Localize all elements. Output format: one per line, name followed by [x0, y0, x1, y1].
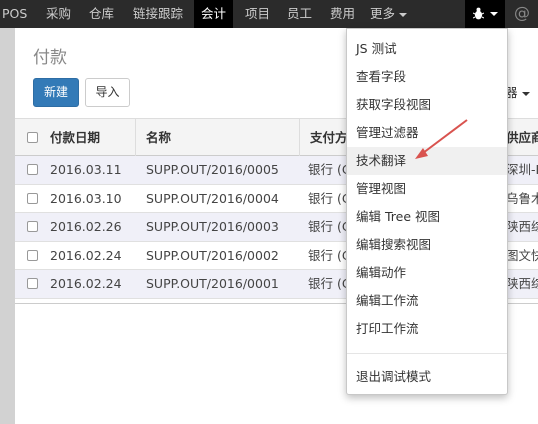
nav-item-warehouse[interactable]: 仓库 [89, 0, 114, 28]
row-checkbox[interactable] [27, 249, 38, 261]
cell-partner: 深圳-F [506, 162, 538, 177]
cell-date: 2016.03.11 [50, 162, 122, 177]
cell-journal: 银行 (C [308, 190, 351, 206]
cell-date: 2016.02.24 [50, 247, 122, 263]
nav-item-accounting[interactable]: 会计 [194, 0, 234, 28]
top-navbar: POS 采购 仓库 链接跟踪 会计 项目 员工 费用 更多 @ [0, 0, 538, 28]
cell-name: SUPP.OUT/2016/0004 [146, 190, 279, 206]
nav-item-purchase[interactable]: 采购 [46, 0, 71, 28]
menu-item-view-fields[interactable]: 查看字段 [347, 63, 507, 91]
cell-partner: 陕西综 [506, 219, 538, 234]
nav-item-more[interactable]: 更多 [370, 0, 408, 28]
column-header-name[interactable]: 名称 [146, 119, 171, 156]
chevron-down-icon [490, 12, 498, 16]
cell-journal: 银行 (C [308, 219, 351, 234]
cell-journal: 银行 (C [308, 247, 351, 263]
nav-item-pos[interactable]: POS [2, 0, 27, 28]
column-divider [135, 119, 136, 156]
at-icon[interactable]: @ [514, 2, 530, 24]
menu-item-edit-workflow[interactable]: 编辑工作流 [347, 287, 507, 315]
menu-item-edit-action[interactable]: 编辑动作 [347, 259, 507, 287]
column-header-journal[interactable]: 支付方 [310, 119, 348, 156]
cell-name: SUPP.OUT/2016/0001 [146, 276, 279, 291]
column-header-date[interactable]: 付款日期 [50, 119, 100, 156]
left-sidebar-strip [0, 28, 15, 424]
chevron-down-icon [399, 12, 408, 17]
nav-item-expense[interactable]: 费用 [330, 0, 355, 28]
menu-item-fields-view-get[interactable]: 获取字段视图 [347, 91, 507, 119]
cell-partner: 乌鲁木 [506, 190, 538, 206]
cell-date: 2016.02.26 [50, 219, 122, 234]
select-all-checkbox[interactable] [27, 132, 38, 143]
menu-divider [347, 353, 507, 354]
row-checkbox[interactable] [27, 278, 38, 289]
import-button[interactable]: 导入 [85, 78, 130, 107]
nav-more-label: 更多 [370, 6, 396, 21]
create-button[interactable]: 新建 [33, 78, 79, 107]
cell-date: 2016.03.10 [50, 190, 122, 206]
cell-date: 2016.02.24 [50, 276, 122, 291]
page-title: 付款 [33, 48, 67, 68]
nav-item-employee[interactable]: 员工 [287, 0, 312, 28]
annotation-arrow-icon [415, 119, 468, 159]
debug-dropdown-menu: JS 测试 查看字段 获取字段视图 管理过滤器 技术翻译 管理视图 编辑 Tre… [346, 28, 508, 395]
debug-menu-toggle[interactable] [465, 0, 505, 28]
menu-item-edit-search-view[interactable]: 编辑搜索视图 [347, 231, 507, 259]
menu-item-print-workflow[interactable]: 打印工作流 [347, 315, 507, 343]
column-header-partner[interactable]: 供应商 [506, 119, 538, 156]
column-divider [299, 119, 300, 156]
menu-item-manage-views[interactable]: 管理视图 [347, 175, 507, 203]
cell-partner: 图文快 [506, 247, 538, 263]
cell-journal: 银行 (C [308, 162, 351, 177]
menu-item-js-test[interactable]: JS 测试 [347, 35, 507, 63]
cell-journal: 银行 (C [308, 276, 351, 291]
cell-name: SUPP.OUT/2016/0005 [146, 162, 279, 177]
nav-item-link-tracking[interactable]: 链接跟踪 [133, 0, 183, 28]
chevron-down-icon [521, 91, 530, 96]
cell-name: SUPP.OUT/2016/0003 [146, 219, 279, 234]
filters-button[interactable]: 器 [505, 78, 538, 107]
row-checkbox[interactable] [27, 164, 38, 175]
row-checkbox[interactable] [27, 192, 38, 204]
nav-item-project[interactable]: 项目 [245, 0, 270, 28]
menu-item-exit-debug[interactable]: 退出调试模式 [347, 363, 507, 391]
bug-icon [473, 7, 484, 20]
cell-name: SUPP.OUT/2016/0002 [146, 247, 279, 263]
menu-item-edit-tree-view[interactable]: 编辑 Tree 视图 [347, 203, 507, 231]
row-checkbox[interactable] [27, 221, 38, 232]
cell-partner: 陕西综 [506, 276, 538, 291]
